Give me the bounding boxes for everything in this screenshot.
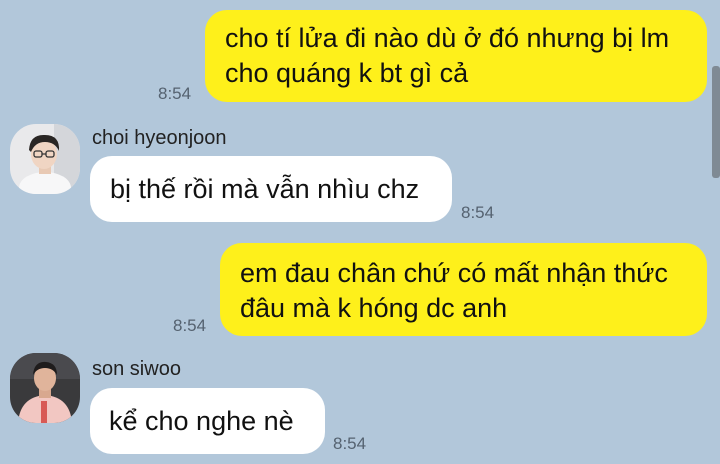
my-message-bubble[interactable]: cho tí lửa đi nào dù ở đó nhưng bị lm ch…: [205, 10, 707, 102]
message-text: kể cho nghe nè: [109, 406, 294, 436]
message-text: bị thế rồi mà vẫn nhìu chz: [110, 174, 420, 204]
message-text: đâu mà k hóng dc anh: [240, 293, 508, 323]
user-photo-icon: [10, 124, 80, 194]
message-text: cho quáng k bt gì cả: [225, 58, 469, 88]
sender-name: choi hyeonjoon: [92, 127, 227, 149]
message-time: 8:54: [461, 203, 495, 222]
their-message-bubble[interactable]: bị thế rồi mà vẫn nhìu chz: [90, 156, 452, 222]
avatar[interactable]: [10, 124, 80, 194]
their-message-bubble[interactable]: kể cho nghe nè: [90, 388, 325, 454]
message-text: cho tí lửa đi nào dù ở đó nhưng bị lm: [225, 23, 670, 53]
scrollbar[interactable]: [712, 66, 720, 178]
message-text: em đau chân chứ có mất nhận thức: [240, 258, 668, 288]
sender-name: son siwoo: [92, 358, 181, 380]
user-photo-icon: [10, 353, 80, 423]
message-time: 8:54: [158, 84, 192, 103]
avatar[interactable]: [10, 353, 80, 423]
message-time: 8:54: [173, 316, 207, 335]
chat-area[interactable]: 8:54 cho tí lửa đi nào dù ở đó nhưng bị …: [0, 0, 720, 464]
my-message-bubble[interactable]: em đau chân chứ có mất nhận thức đâu mà …: [220, 243, 707, 336]
message-time: 8:54: [333, 434, 367, 453]
